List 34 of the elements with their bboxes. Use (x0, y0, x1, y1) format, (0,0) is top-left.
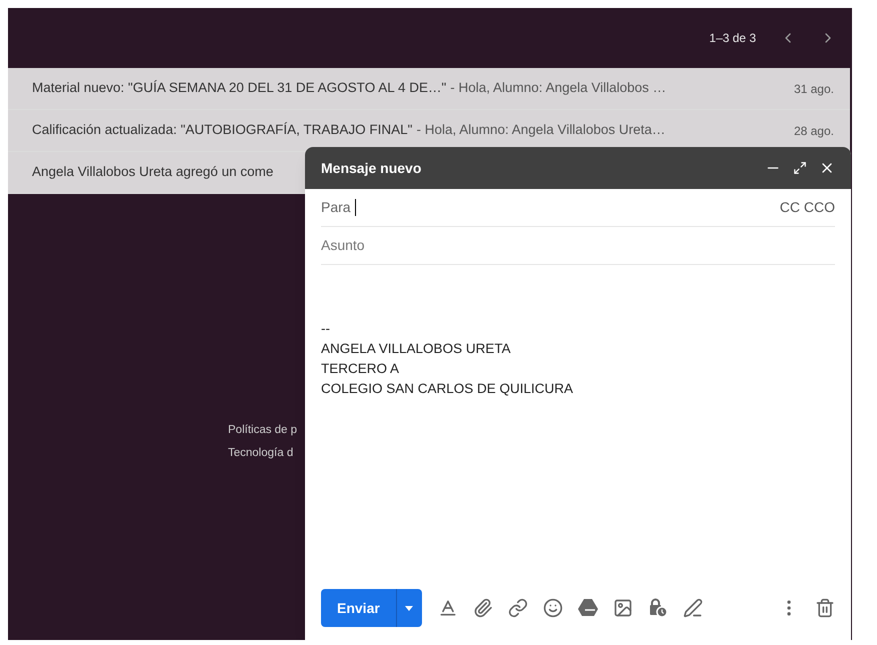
email-snippet: - Hola, Alumno: Angela Villalobos … (450, 79, 666, 98)
email-subject: Material nuevo: "GUÍA SEMANA 20 DEL 31 DE AGOSTO AL 4 DE…" (32, 79, 446, 98)
signature-line: COLEGIO SAN CARLOS DE QUILICURA (321, 380, 574, 398)
email-subject: Angela Villalobos Ureta agregó un come (32, 163, 274, 182)
email-snippet: - Hola, Alumno: Angela Villalobos Ureta… (416, 121, 666, 140)
smiley-icon[interactable] (542, 598, 563, 618)
text-format-icon[interactable] (438, 598, 458, 618)
signature-line: ANGELA VILLALOBOS URETA (321, 340, 511, 358)
footer-link[interactable]: Tecnología d (228, 445, 294, 462)
signature-line: -- (321, 320, 330, 338)
link-icon[interactable] (508, 598, 528, 618)
text-cursor (354, 199, 356, 216)
trash-icon[interactable] (815, 598, 835, 618)
caret-icon (405, 606, 414, 610)
subject-field[interactable]: Asunto (321, 235, 835, 256)
image-icon[interactable] (612, 598, 633, 618)
pen-icon[interactable] (682, 598, 703, 618)
recipient-field[interactable]: Para (321, 189, 780, 226)
cc-bcc-link[interactable]: CC CCO (780, 197, 835, 218)
send-button[interactable]: Enviar (321, 589, 396, 627)
compose-title: Mensaje nuevo (321, 158, 422, 178)
footer-link[interactable]: Políticas de p (228, 422, 298, 440)
email-date: 28 ago. (794, 122, 834, 140)
email-row[interactable]: Material nuevo: "GUÍA SEMANA 20 DEL 31 DE AGOSTO AL 4 DE…" - Hola, Alumno: Angela Villalobos … 31 ago. (8, 68, 850, 110)
to-label: Para (321, 198, 351, 217)
send-options-button[interactable] (396, 589, 422, 627)
email-date: 31 ago. (794, 80, 834, 98)
email-row[interactable]: Calificación actualizada: "AUTOBIOGRAFÍA, TRABAJO FINAL" - Hola, Alumno: Angela Villalobos Ureta… 28 ago. (8, 110, 850, 152)
email-subject: Calificación actualizada: "AUTOBIOGRAFÍA, TRABAJO FINAL" (32, 121, 412, 140)
lock-clock-icon[interactable] (648, 598, 668, 618)
pagination-range: 1–3 de 3 (709, 30, 756, 47)
expand-icon[interactable] (793, 161, 807, 175)
paperclip-icon[interactable] (472, 598, 493, 618)
signature-line: TERCERO A (321, 360, 400, 378)
